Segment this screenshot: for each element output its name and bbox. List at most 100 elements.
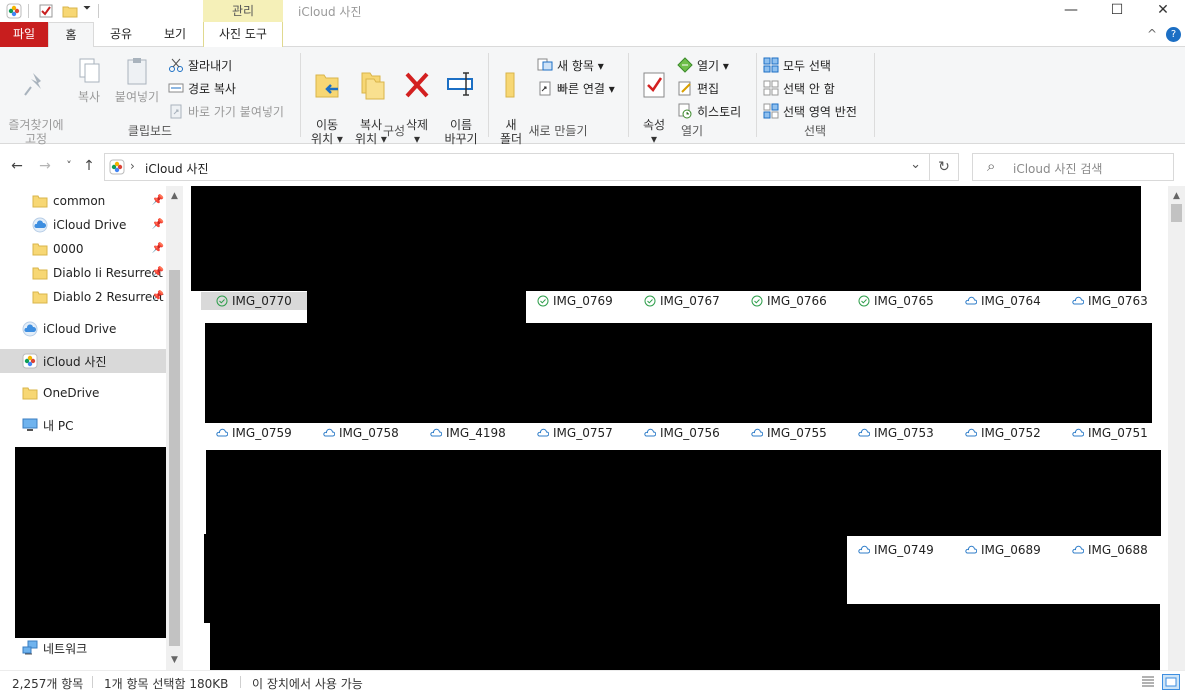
title-bar: ⏷ 관리 iCloud 사진 — ☐ ✕ <box>0 0 1185 22</box>
sidebar-item-label: iCloud Drive <box>43 322 117 336</box>
tab-photo-tools[interactable]: 사진 도구 <box>203 22 283 47</box>
sidebar-item-0000[interactable]: 0000 📌 <box>0 237 166 261</box>
details-view-icon[interactable] <box>1140 674 1156 690</box>
sidebar-item-icloud-drive-pinned[interactable]: iCloud Drive 📌 <box>0 213 166 237</box>
sidebar-item-diablo-ii[interactable]: Diablo Ii Resurrect 📌 <box>0 261 166 285</box>
scroll-up-icon[interactable]: ▲ <box>166 188 183 204</box>
help-icon[interactable]: ? <box>1166 27 1181 42</box>
easy-access-label: 빠른 연결 ▾ <box>557 81 615 96</box>
large-icons-view-icon[interactable] <box>1162 674 1180 690</box>
sidebar-item-common[interactable]: common 📌 <box>0 189 166 213</box>
file-item[interactable]: IMG_0756 <box>644 424 720 442</box>
file-item[interactable]: IMG_0765 <box>858 292 934 310</box>
content-scrollbar[interactable]: ▲ <box>1168 186 1185 670</box>
file-item[interactable]: IMG_0759 <box>216 424 292 442</box>
breadcrumb-separator[interactable]: › <box>130 159 135 173</box>
refresh-button[interactable]: ↻ <box>929 153 959 181</box>
cloud-icon <box>22 321 38 337</box>
paste-label: 붙여넣기 <box>114 90 160 104</box>
select-all-button[interactable]: 모두 선택 <box>763 55 831 75</box>
group-divider <box>874 53 875 137</box>
clipboard-group-label: 클립보드 <box>127 124 173 138</box>
breadcrumb-location[interactable]: iCloud 사진 <box>145 160 209 177</box>
file-item[interactable]: IMG_0749 <box>858 541 934 559</box>
cloud-status-icon <box>430 428 442 437</box>
scroll-up-icon[interactable]: ▲ <box>1168 188 1185 204</box>
pin-icon: 📌 <box>151 243 164 254</box>
file-name: IMG_0689 <box>981 543 1041 557</box>
minimize-button[interactable]: — <box>1048 0 1094 22</box>
file-item[interactable]: IMG_0769 <box>537 292 613 310</box>
history-button[interactable]: 히스토리 <box>677 101 741 121</box>
content-scroll-thumb[interactable] <box>1171 204 1182 222</box>
file-item[interactable]: IMG_0767 <box>644 292 720 310</box>
file-item[interactable]: IMG_0764 <box>965 292 1041 310</box>
copy-path-button[interactable]: 경로 복사 <box>168 78 236 98</box>
search-box[interactable]: ⌕ iCloud 사진 검색 <box>972 153 1174 181</box>
delete-x-icon <box>405 72 429 98</box>
easy-access-button[interactable]: 빠른 연결 ▾ <box>537 78 615 98</box>
file-item[interactable]: IMG_0752 <box>965 424 1041 442</box>
open-button[interactable]: 열기 ▾ <box>677 55 729 75</box>
up-button[interactable]: ↑ <box>80 157 98 175</box>
sidebar-item-icloud-photos[interactable]: iCloud 사진 <box>0 349 166 373</box>
recent-locations-chevron-icon[interactable]: ˅ <box>60 157 78 175</box>
synced-check-icon <box>537 295 549 307</box>
copy-icon <box>79 58 100 83</box>
file-item[interactable]: IMG_0763 <box>1072 292 1148 310</box>
file-name: IMG_0749 <box>874 543 934 557</box>
cloud-status-icon <box>537 428 549 437</box>
sidebar-item-network[interactable]: 네트워크 <box>0 636 166 660</box>
collapse-ribbon-icon[interactable]: ^ <box>1144 22 1160 47</box>
sidebar-item-icloud-drive[interactable]: iCloud Drive <box>0 317 166 341</box>
file-item[interactable]: IMG_4198 <box>430 424 506 442</box>
file-item[interactable]: IMG_0758 <box>323 424 399 442</box>
sidebar-item-this-pc[interactable]: 내 PC <box>0 413 166 437</box>
back-button[interactable]: ← <box>8 157 26 175</box>
pin-icon <box>24 73 41 96</box>
navpane-scrollbar[interactable]: ▲ ▼ <box>166 186 183 670</box>
properties-qa-icon[interactable] <box>38 3 54 19</box>
pc-icon <box>22 418 38 431</box>
edit-button[interactable]: 편집 <box>677 78 719 98</box>
cut-button[interactable]: 잘라내기 <box>168 55 232 75</box>
sidebar-item-onedrive[interactable]: OneDrive <box>0 381 166 405</box>
file-item[interactable]: IMG_0751 <box>1072 424 1148 442</box>
maximize-button[interactable]: ☐ <box>1094 0 1140 22</box>
forward-button[interactable]: → <box>36 157 54 175</box>
select-none-button[interactable]: 선택 안 함 <box>763 78 835 98</box>
file-item[interactable]: IMG_0753 <box>858 424 934 442</box>
tab-share[interactable]: 공유 <box>96 22 146 47</box>
move-to-icon <box>315 74 339 98</box>
address-dropdown-icon[interactable]: ⌄ <box>910 157 921 172</box>
new-folder-qa-icon[interactable] <box>62 3 78 19</box>
tab-view[interactable]: 보기 <box>150 22 200 47</box>
tab-home[interactable]: 홈 <box>48 22 94 48</box>
invert-selection-button[interactable]: 선택 영역 반전 <box>763 101 857 121</box>
address-bar[interactable]: › iCloud 사진 ⌄ <box>104 153 930 181</box>
select-all-label: 모두 선택 <box>783 58 831 73</box>
file-item[interactable]: IMG_0757 <box>537 424 613 442</box>
paste-button[interactable]: 붙여넣기 <box>110 55 164 104</box>
new-item-button[interactable]: 새 항목 ▾ <box>537 55 604 75</box>
navpane-scroll-thumb[interactable] <box>169 270 180 646</box>
file-item[interactable]: IMG_0770 <box>201 292 307 310</box>
photos-app-icon[interactable] <box>6 3 22 19</box>
tab-file[interactable]: 파일 <box>0 22 48 47</box>
file-name: IMG_0753 <box>874 426 934 440</box>
scroll-down-icon[interactable]: ▼ <box>166 652 183 668</box>
cloud-status-icon <box>644 428 656 437</box>
sidebar-item-diablo-2[interactable]: Diablo 2 Resurrect 📌 <box>0 285 166 309</box>
file-item[interactable]: IMG_0766 <box>751 292 827 310</box>
cloud-status-icon <box>1072 296 1084 305</box>
customize-qa-chevron-icon[interactable]: ⏷ <box>83 3 91 14</box>
copy-button[interactable]: 복사 <box>70 55 108 104</box>
sidebar-item-label: iCloud 사진 <box>43 354 107 369</box>
paste-shortcut-button[interactable]: 바로 가기 붙여넣기 <box>168 101 284 121</box>
file-item[interactable]: IMG_0688 <box>1072 541 1148 559</box>
search-icon: ⌕ <box>987 157 996 175</box>
status-bar: 2,257개 항목 1개 항목 선택함 180KB 이 장치에서 사용 가능 <box>0 670 1185 692</box>
file-item[interactable]: IMG_0755 <box>751 424 827 442</box>
file-item[interactable]: IMG_0689 <box>965 541 1041 559</box>
close-button[interactable]: ✕ <box>1140 0 1185 22</box>
